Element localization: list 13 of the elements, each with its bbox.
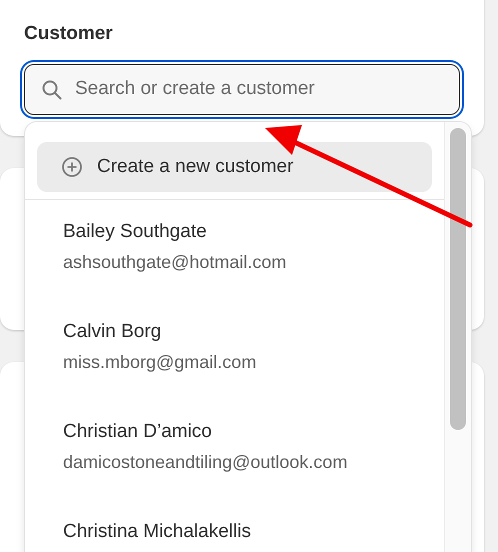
- customer-name[interactable]: Calvin Borg: [63, 320, 418, 344]
- create-customer-option[interactable]: Create a new customer: [37, 142, 432, 192]
- field-label: Customer: [24, 22, 114, 46]
- customer-email: ashsouthgate@hotmail.com: [63, 251, 288, 274]
- plus-circle-icon: [61, 156, 83, 178]
- scrollbar-thumb[interactable]: [450, 128, 466, 430]
- search-field[interactable]: Search or create a customer: [24, 64, 460, 114]
- search-icon: [41, 78, 63, 100]
- customer-name[interactable]: Christina Michalakellis: [63, 520, 418, 544]
- customer-name[interactable]: Bailey Southgate: [63, 220, 418, 244]
- customer-email: miss.mborg@gmail.com: [63, 351, 258, 374]
- customer-email: damicostoneandtiling@outlook.com: [63, 451, 348, 474]
- customer-name[interactable]: Christian D’amico: [63, 420, 418, 444]
